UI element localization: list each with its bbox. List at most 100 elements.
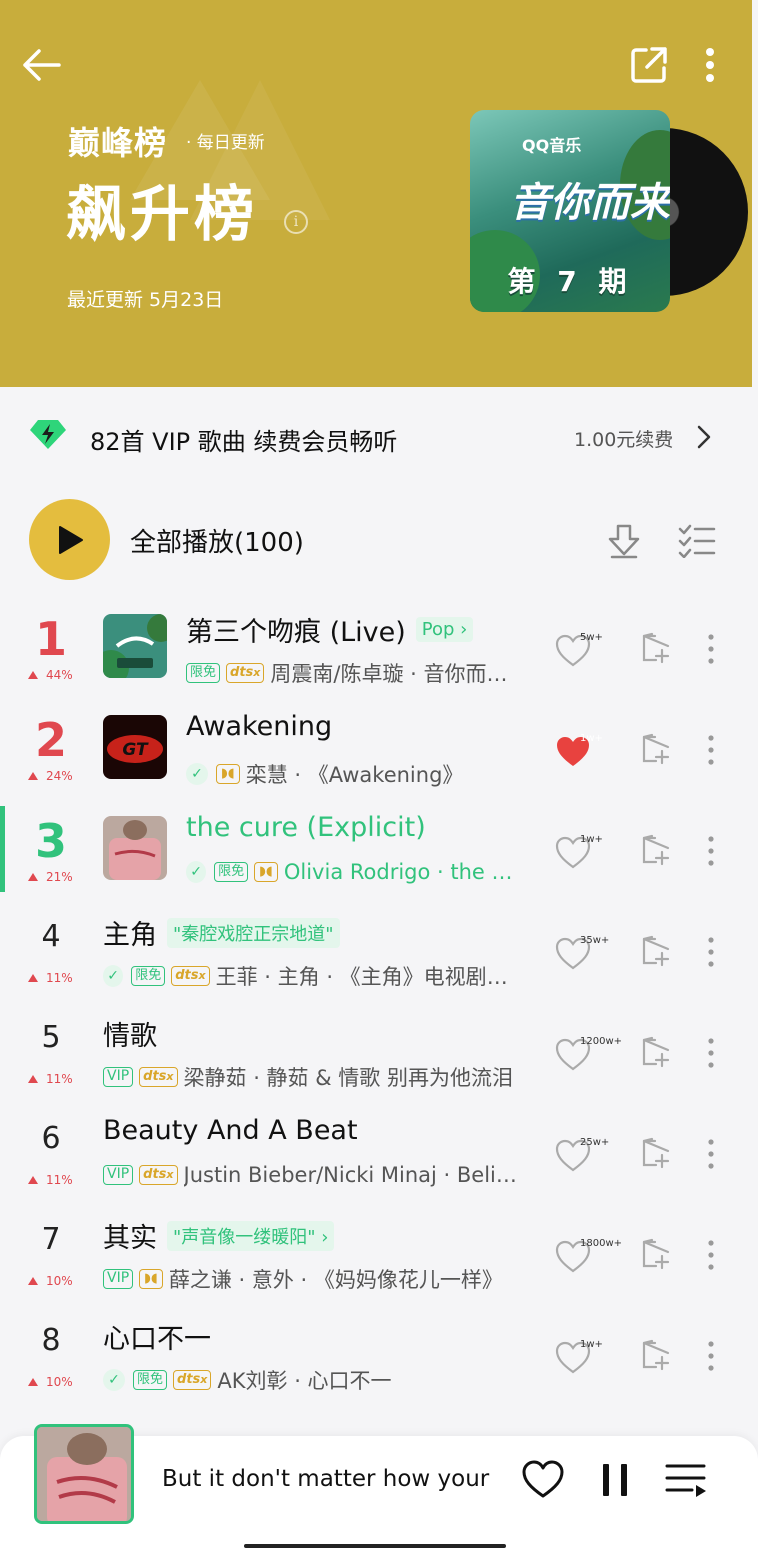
play-all-button[interactable] — [29, 499, 110, 580]
more-vertical-icon[interactable] — [700, 1339, 722, 1373]
add-to-playlist-icon[interactable] — [640, 1137, 672, 1169]
download-icon[interactable] — [606, 522, 642, 560]
song-row[interactable]: 2 24% GT Awakening ✓ ◗◖ 栾慧 · 《Awakening》 1w+ — [0, 705, 758, 805]
mini-player[interactable]: But it don't matter how your — [0, 1424, 758, 1548]
trend-up-icon — [28, 1075, 38, 1083]
rank-number: 4 — [41, 919, 61, 954]
artist-album: Olivia Rodrigo · the cure — [283, 860, 516, 884]
chevron-right-icon — [697, 425, 711, 449]
page-title: 飙升榜 — [66, 180, 258, 250]
artist-album: 梁静茹 · 静茹 & 情歌 别再为他流泪 — [183, 1066, 513, 1090]
artist-album: 周震南/陈卓璇 · 音你而来 第7期 — [270, 662, 516, 686]
diamond-icon — [30, 420, 66, 449]
heart-icon[interactable] — [522, 1460, 564, 1500]
free-badge: 限免 — [214, 862, 249, 882]
song-title: the cure (Explicit) — [186, 812, 426, 843]
dolby-badge: ◗◖ — [139, 1269, 163, 1289]
more-vertical-icon[interactable] — [700, 1036, 722, 1070]
rank-number: 6 — [41, 1121, 61, 1156]
add-to-playlist-icon[interactable] — [640, 733, 672, 765]
multi-select-icon[interactable] — [678, 524, 716, 558]
check-icon: ✓ — [103, 1369, 125, 1391]
genre-tag[interactable]: Pop › — [415, 617, 474, 642]
share-button[interactable] — [626, 42, 672, 88]
song-title: 第三个吻痕 (Live) — [186, 617, 406, 648]
tag-text: "秦腔戏腔正宗地道" — [173, 923, 334, 945]
add-to-playlist-icon[interactable] — [640, 632, 672, 664]
trend-up-icon — [28, 772, 38, 780]
quote-tag[interactable]: "声音像一缕暖阳" › — [167, 1220, 335, 1251]
song-thumbnail[interactable] — [103, 614, 167, 678]
add-to-playlist-icon[interactable] — [640, 1339, 672, 1371]
play-all-label[interactable]: 全部播放(100) — [130, 522, 304, 559]
quote-tag[interactable]: "秦腔戏腔正宗地道" — [167, 917, 340, 948]
dtsx-badge: dtsx — [226, 663, 265, 683]
artist-album: 王菲 · 主角 · 《主角》电视剧主题曲 — [215, 965, 523, 989]
more-vertical-icon[interactable] — [700, 935, 722, 969]
svg-text:GT: GT — [122, 740, 149, 760]
meta-line: VIP dtsx Justin Bieber/Nicki Minaj · Belie… — [103, 1163, 523, 1187]
now-playing-cover[interactable] — [34, 1424, 134, 1524]
song-row[interactable]: 6 11% Beauty And A Beat VIP dtsx Justin Biebe… — [0, 1109, 758, 1209]
trend-indicator: 10% — [28, 1375, 73, 1389]
add-to-playlist-icon[interactable] — [640, 935, 672, 967]
more-vertical-icon[interactable] — [700, 632, 722, 666]
song-row[interactable]: 7 10% 其实 "声音像一缕暖阳" › VIP ◗◖ 薛之谦 · 意外 · 《妈妈像花儿一… — [0, 1210, 758, 1310]
chart-cover[interactable]: QQ音乐 音你而来 第 7 期 — [470, 110, 748, 312]
song-title: 主角 — [103, 920, 157, 951]
artist-album: 薛之谦 · 意外 · 《妈妈像花儿一样》 — [168, 1268, 503, 1292]
pause-icon[interactable] — [600, 1462, 630, 1498]
song-row[interactable]: 1 44% 第三个吻痕 (Live) Pop › 限免 dtsx 周震南/陈卓璇 · 音你而… — [0, 604, 758, 704]
cover-image — [37, 1427, 131, 1521]
like-count: 1200w+ — [580, 1036, 623, 1047]
dolby-badge: ◗◖ — [216, 764, 240, 784]
trend-percent: 24% — [46, 769, 73, 783]
trend-up-icon — [28, 1277, 38, 1285]
song-row[interactable]: 5 11% 情歌 VIP dtsx 梁静茹 · 静茹 & 情歌 别再为他流泪 1200w+ — [0, 1008, 758, 1108]
rank-number: 5 — [41, 1020, 61, 1055]
title-line: 主角 "秦腔戏腔正宗地道" — [103, 913, 340, 952]
more-vertical-icon[interactable] — [700, 733, 722, 767]
arrow-left-icon — [23, 49, 61, 81]
back-button[interactable] — [18, 42, 64, 88]
meta-line: ✓ 限免 dtsx AK刘彰 · 心口不一 — [103, 1365, 523, 1395]
vip-renew-price[interactable]: 1.00元续费 — [574, 425, 673, 452]
info-icon[interactable]: i — [284, 210, 308, 234]
song-thumbnail[interactable]: GT — [103, 715, 167, 779]
song-title: Beauty And A Beat — [103, 1115, 358, 1146]
playlist-icon[interactable] — [664, 1462, 708, 1498]
song-row[interactable]: 8 10% 心口不一 ✓ 限免 dtsx AK刘彰 · 心口不一 1w+ — [0, 1311, 758, 1411]
vip-badge: VIP — [103, 1269, 134, 1289]
trend-indicator: 11% — [28, 1072, 73, 1086]
add-to-playlist-icon[interactable] — [640, 1036, 672, 1068]
now-playing-lyric: But it don't matter how your — [162, 1466, 490, 1492]
meta-line: 限免dtsx周震南/陈卓璇 · 音你而来 第7期 — [186, 658, 516, 688]
home-indicator — [244, 1544, 506, 1548]
rank-number: 2 — [34, 713, 67, 767]
trend-up-icon — [28, 671, 38, 679]
dtsx-badge: dtsx — [171, 966, 210, 986]
free-badge: 限免 — [131, 966, 166, 986]
song-row[interactable]: 4 11% 主角 "秦腔戏腔正宗地道" ✓ 限免 dtsx 王菲 · 主角 · 《主角》电视剧… — [0, 907, 758, 1007]
trend-percent: 21% — [46, 870, 73, 884]
more-vertical-icon[interactable] — [700, 1238, 722, 1272]
song-title: 情歌 — [103, 1021, 157, 1052]
song-row[interactable]: 3 21% the cure (Explicit) ✓ 限免 ◗◖ Olivia Rodri… — [0, 806, 758, 906]
vip-banner[interactable]: 82首 VIP 歌曲 续费会员畅听 1.00元续费 — [0, 408, 758, 466]
trend-up-icon — [28, 1176, 38, 1184]
trend-percent: 10% — [46, 1375, 73, 1389]
vip-banner-text: 82首 VIP 歌曲 续费会员畅听 — [90, 428, 398, 456]
song-thumbnail[interactable] — [103, 816, 167, 880]
more-vertical-icon[interactable] — [700, 834, 722, 868]
add-to-playlist-icon[interactable] — [640, 834, 672, 866]
cover-qq-label: QQ音乐 — [522, 136, 582, 155]
title-line: Awakening — [186, 711, 332, 742]
title-line: 情歌 — [103, 1014, 157, 1053]
cover-script: 音你而来 — [510, 180, 670, 226]
title-line: 心口不一 — [103, 1317, 211, 1356]
trend-indicator: 11% — [28, 1173, 73, 1187]
add-to-playlist-icon[interactable] — [640, 1238, 672, 1270]
more-vertical-icon[interactable] — [700, 1137, 722, 1171]
more-button[interactable] — [692, 42, 728, 88]
title-line: 第三个吻痕 (Live) Pop › — [186, 610, 474, 649]
